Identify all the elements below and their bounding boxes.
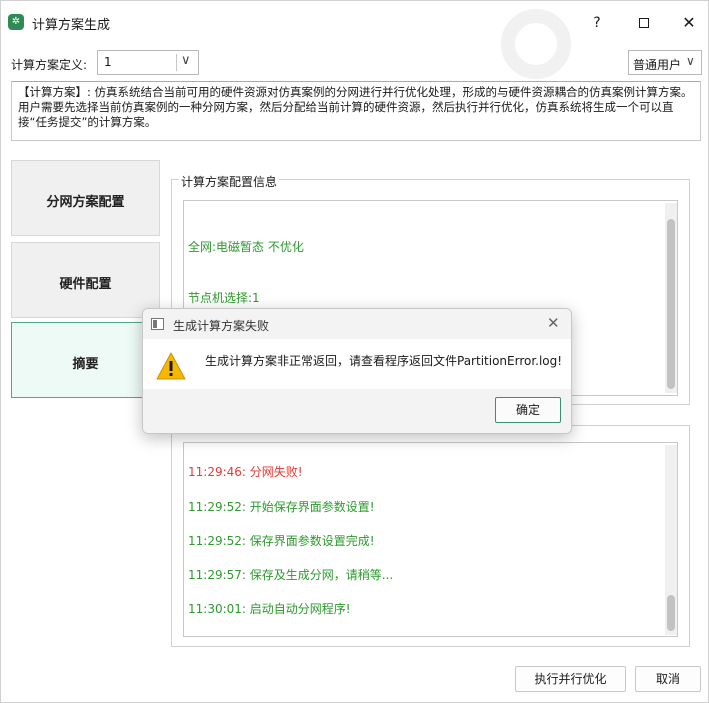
config-info-scrollbar[interactable] <box>665 203 677 393</box>
dialog-title-bar[interactable]: 生成计算方案失败 ✕ <box>143 309 571 339</box>
definition-value: 1 <box>104 55 112 69</box>
select-divider <box>176 54 177 71</box>
chevron-down-icon: ∨ <box>686 54 695 68</box>
gear-watermark-icon <box>501 9 571 79</box>
log-line: 11:29:52: 保存界面参数设置完成! <box>188 534 375 548</box>
tab-label: 摘要 <box>72 357 99 372</box>
config-info-line: 全网:电磁暂态 不优化 <box>188 240 304 254</box>
dialog-footer: 确定 <box>143 389 571 433</box>
chevron-down-icon: ∨ <box>181 53 191 68</box>
log-line: 11:29:57: 保存及生成分网，请稍等... <box>188 568 394 582</box>
user-mode-select[interactable]: 普通用户 ∨ <box>628 50 702 75</box>
cancel-button[interactable]: 取消 <box>635 666 701 692</box>
tab-partition-config[interactable]: 分网方案配置 <box>11 160 160 236</box>
log-line: 11:29:52: 开始保存界面参数设置! <box>188 500 375 514</box>
help-button[interactable]: ? <box>581 10 613 36</box>
window-icon <box>151 318 164 330</box>
dialog-close-button[interactable]: ✕ <box>547 314 560 332</box>
dialog-title: 生成计算方案失败 <box>173 319 270 333</box>
scrollbar-thumb[interactable] <box>667 595 675 631</box>
tab-summary[interactable]: 摘要 <box>11 322 160 398</box>
error-dialog: 生成计算方案失败 ✕ 生成计算方案非正常返回，请查看程序返回文件Partitio… <box>142 308 572 434</box>
config-info-line: 节点机选择:1 <box>188 291 260 305</box>
title-bar[interactable]: ✲ 计算方案生成 ? ✕ <box>1 1 708 79</box>
description-text: 【计算方案】: 仿真系统结合当前可用的硬件资源对仿真案例的分网进行并行优化处理，… <box>11 81 701 141</box>
definition-label: 计算方案定义: <box>11 58 88 72</box>
tab-hardware-config[interactable]: 硬件配置 <box>11 242 160 318</box>
ok-button[interactable]: 确定 <box>495 397 561 423</box>
warning-triangle-icon <box>156 352 186 380</box>
log-line: 11:30:01: 启动自动分网程序! <box>188 602 351 616</box>
definition-select[interactable]: 1 ∨ <box>97 50 199 75</box>
dialog-body: 生成计算方案非正常返回，请查看程序返回文件PartitionError.log! <box>143 339 571 389</box>
user-mode-value: 普通用户 <box>633 58 682 72</box>
close-button[interactable]: ✕ <box>673 10 705 36</box>
run-parallel-optimize-button[interactable]: 执行并行优化 <box>515 666 626 692</box>
scrollbar-thumb[interactable] <box>667 219 675 389</box>
dialog-message: 生成计算方案非正常返回，请查看程序返回文件PartitionError.log! <box>205 354 563 368</box>
app-logo-icon: ✲ <box>8 14 24 30</box>
config-info-title: 计算方案配置信息 <box>179 173 280 190</box>
tab-label: 分网方案配置 <box>46 195 125 210</box>
log-line: 11:29:46: 分网失败! <box>188 465 303 479</box>
window-title: 计算方案生成 <box>32 18 111 33</box>
log-textbox[interactable]: 11:29:46: 分网失败! 11:29:52: 开始保存界面参数设置! 11… <box>183 442 678 637</box>
maximize-icon <box>639 18 649 28</box>
log-scrollbar[interactable] <box>665 445 677 635</box>
main-window: ✲ 计算方案生成 ? ✕ 计算方案定义: 1 ∨ 普通用户 ∨ 【计算方案】: … <box>0 0 709 703</box>
maximize-button[interactable] <box>628 10 660 36</box>
tab-label: 硬件配置 <box>59 277 112 292</box>
